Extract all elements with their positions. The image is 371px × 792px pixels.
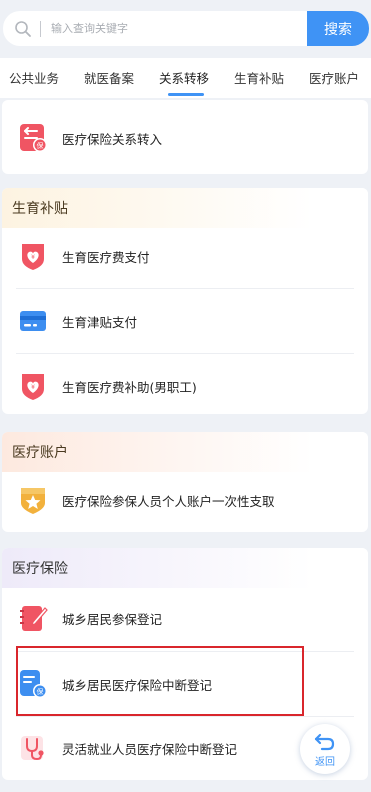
list-item-label: 医疗保险参保人员个人账户一次性支取	[62, 493, 275, 509]
list-item-resident-enrollment[interactable]: 城乡居民参保登记	[2, 586, 368, 650]
section-title: 医疗保险	[2, 548, 368, 588]
list-item-label: 医疗保险关系转入	[62, 131, 163, 147]
transfer-card: 保 医疗保险关系转入	[2, 100, 368, 174]
card-icon	[20, 311, 46, 331]
list-item-one-time-withdrawal[interactable]: 医疗保险参保人员个人账户一次性支取	[2, 468, 368, 532]
search-input[interactable]	[51, 11, 291, 46]
back-button-label: 返回	[315, 757, 335, 768]
list-item-label: 灵活就业人员医疗保险中断登记	[62, 741, 238, 757]
list-item-maternity-medical-subsidy[interactable]: ¥ 生育医疗费补助(男职工)	[2, 354, 368, 414]
list-item-label: 生育津贴支付	[62, 314, 138, 330]
search-button[interactable]: 搜索	[307, 11, 369, 46]
svg-text:¥: ¥	[31, 384, 35, 391]
medical-account-card: 医疗账户 医疗保险参保人员个人账户一次性支取	[2, 432, 368, 532]
list-item-label: 城乡居民参保登记	[62, 611, 163, 627]
section-title: 医疗账户	[2, 432, 368, 472]
search-box[interactable]	[3, 11, 307, 46]
heart-shield-icon: ¥	[22, 244, 44, 270]
transfer-in-icon: 保	[20, 124, 47, 152]
section-title: 生育补贴	[2, 188, 368, 228]
category-tabs: 公共业务 就医备案 关系转移 生育补贴 医疗账户	[0, 58, 371, 98]
svg-text:¥: ¥	[31, 254, 35, 261]
return-arrow-icon	[314, 733, 335, 751]
highlight-box	[16, 646, 304, 716]
svg-text:保: 保	[37, 141, 44, 150]
search-separator	[40, 21, 41, 37]
maternity-subsidy-card: 生育补贴 ¥ 生育医疗费支付 生育津贴支付 ¥ 生育医疗费补助(男职工)	[2, 188, 368, 414]
tab-medical-account[interactable]: 医疗账户	[309, 68, 359, 87]
list-item-label: 生育医疗费补助(男职工)	[62, 379, 197, 395]
notebook-pen-icon	[20, 606, 48, 631]
tab-public-business[interactable]: 公共业务	[9, 68, 59, 87]
list-item-label: 生育医疗费支付	[62, 249, 150, 265]
heart-shield-icon: ¥	[22, 374, 44, 400]
tab-relation-transfer[interactable]: 关系转移	[159, 68, 209, 87]
star-badge-icon	[21, 488, 45, 514]
tab-maternity-subsidy[interactable]: 生育补贴	[234, 68, 284, 87]
search-icon	[15, 21, 31, 37]
search-bar: 搜索	[0, 0, 371, 58]
active-tab-indicator	[168, 93, 204, 96]
list-item-maternity-allowance[interactable]: 生育津贴支付	[2, 289, 368, 353]
list-item-transfer-in[interactable]: 保 医疗保险关系转入	[2, 106, 368, 170]
tab-medical-filing[interactable]: 就医备案	[84, 68, 134, 87]
list-item-maternity-medical-payment[interactable]: ¥ 生育医疗费支付	[2, 224, 368, 288]
stethoscope-icon	[21, 736, 44, 761]
back-button[interactable]: 返回	[300, 724, 350, 774]
